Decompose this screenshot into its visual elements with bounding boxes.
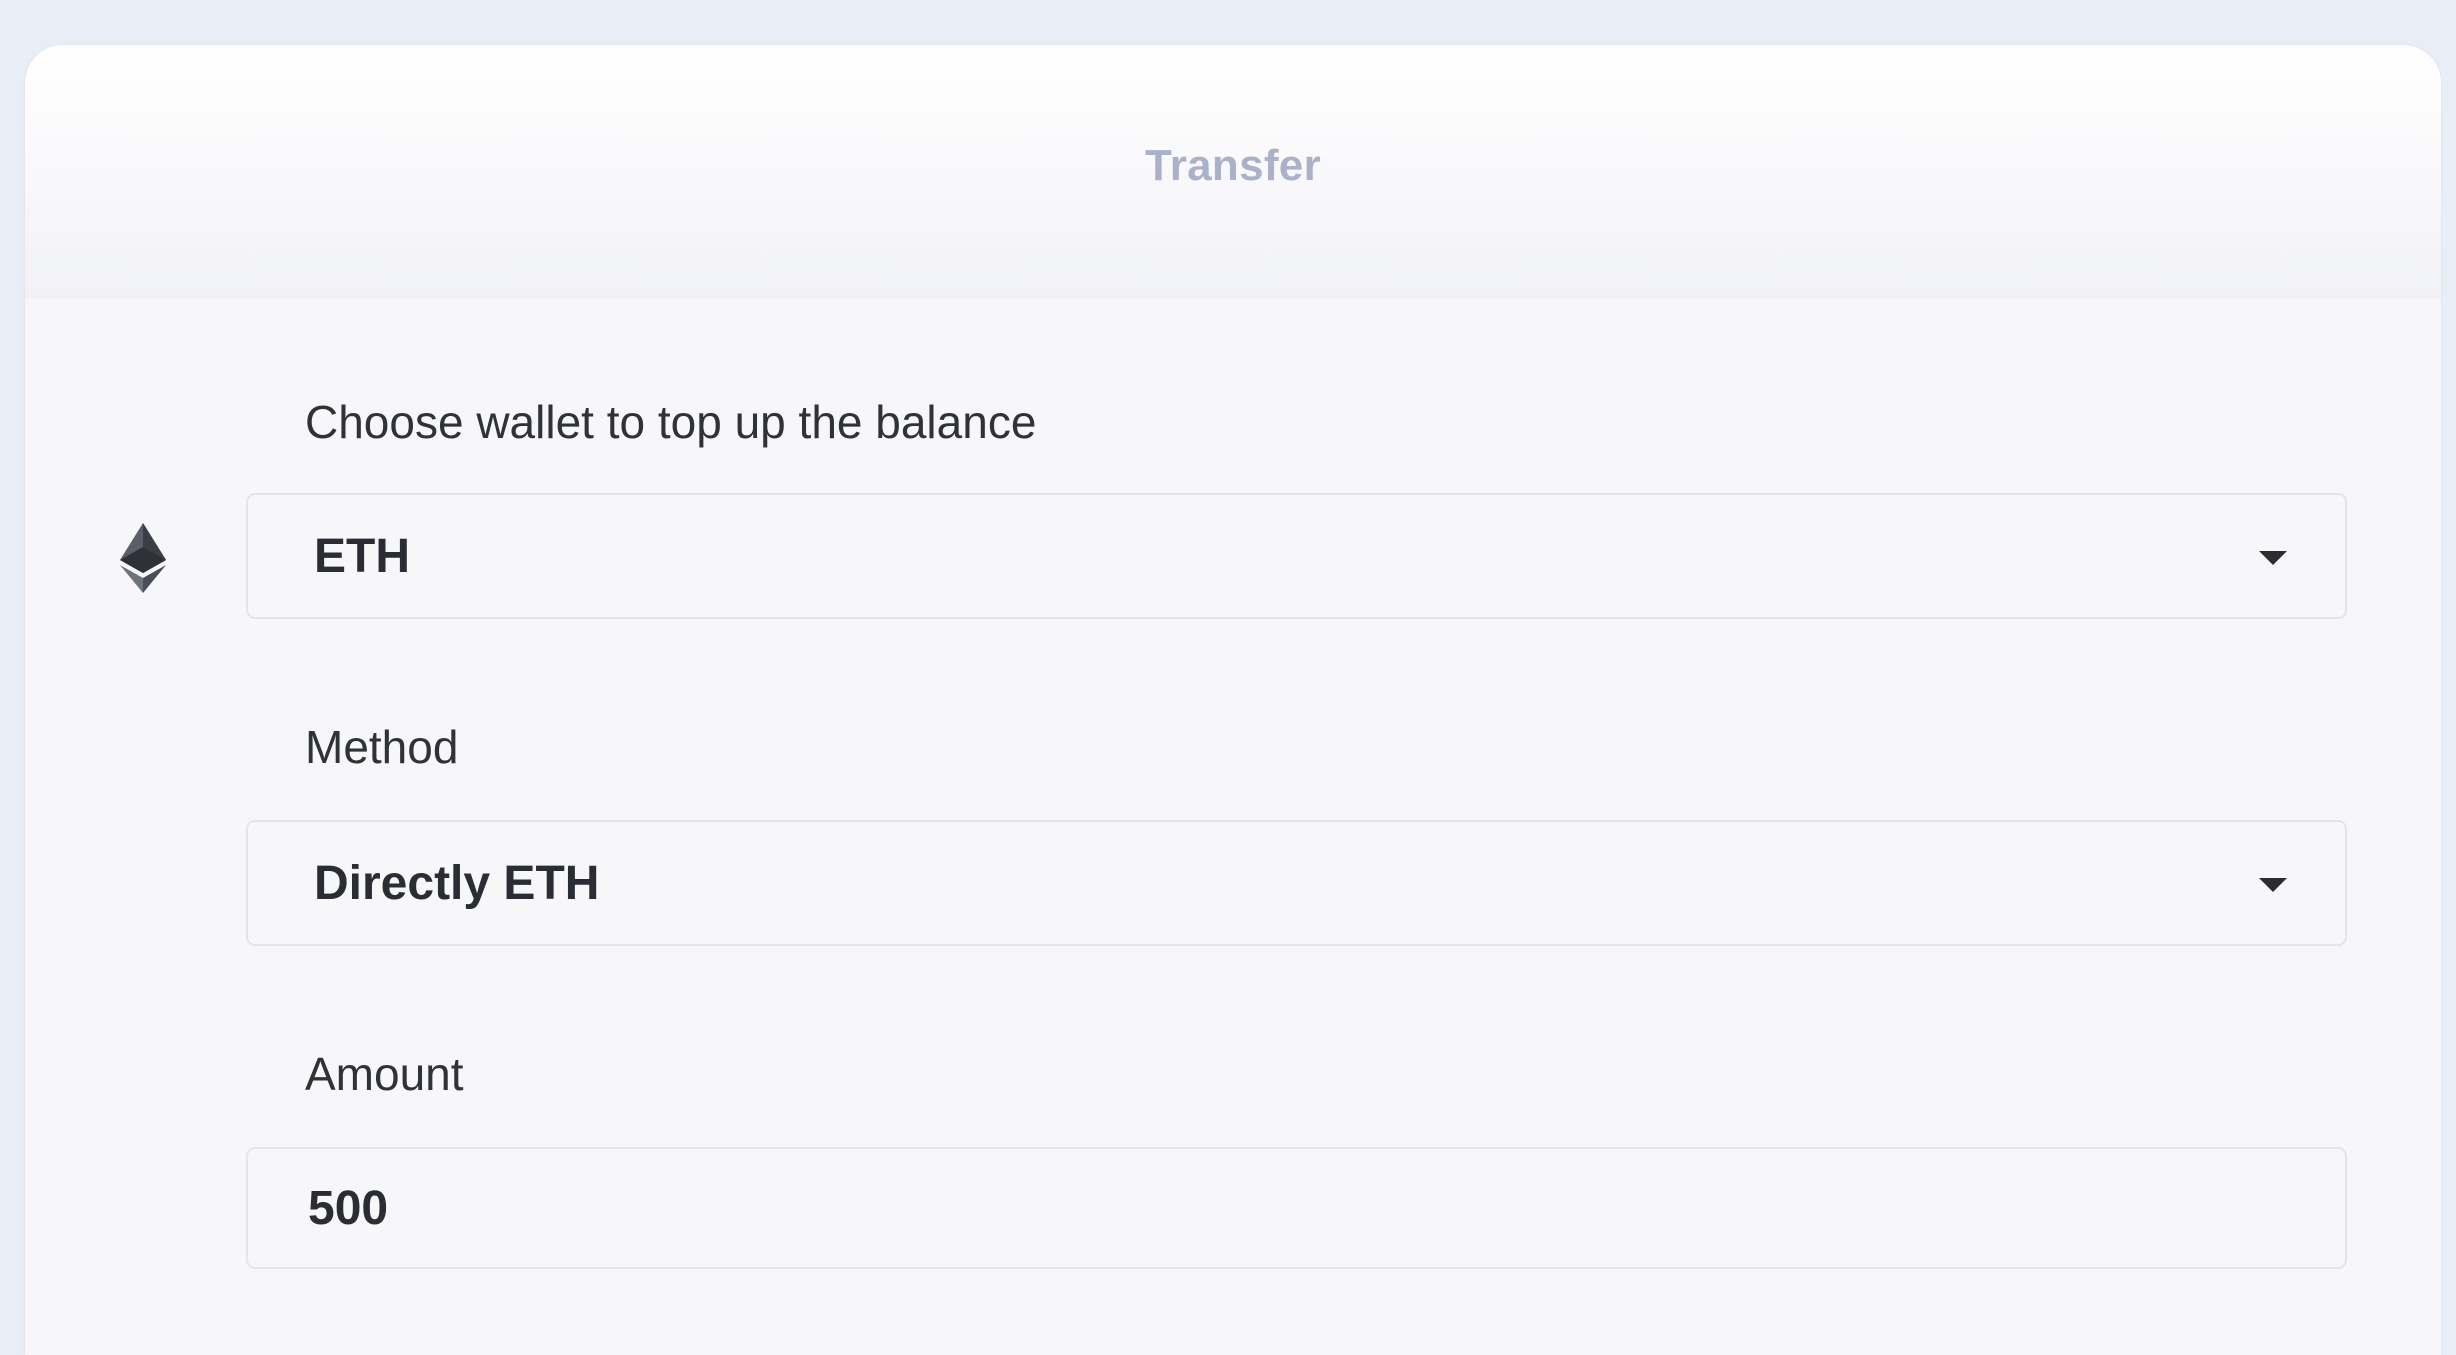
chevron-down-icon[interactable] [2259, 878, 2287, 892]
chevron-down-icon[interactable] [2259, 551, 2287, 565]
card-header: Transfer [25, 45, 2441, 298]
method-select[interactable]: Directly ETH [246, 820, 2347, 946]
page-title: Transfer [1144, 141, 1322, 190]
method-selected-value: Directly ETH [314, 856, 600, 910]
wallet-label: Choose wallet to top up the balance [305, 396, 1037, 448]
amount-label: Amount [305, 1048, 464, 1100]
method-label: Method [305, 721, 459, 773]
transfer-card: Transfer Choose wallet to top up the bal… [25, 45, 2441, 1355]
amount-value[interactable]: 500 [308, 1149, 388, 1267]
wallet-selected-value: ETH [314, 529, 410, 583]
amount-input[interactable]: 500 [246, 1147, 2347, 1269]
wallet-select[interactable]: ETH [246, 493, 2347, 619]
ethereum-icon [120, 523, 166, 593]
